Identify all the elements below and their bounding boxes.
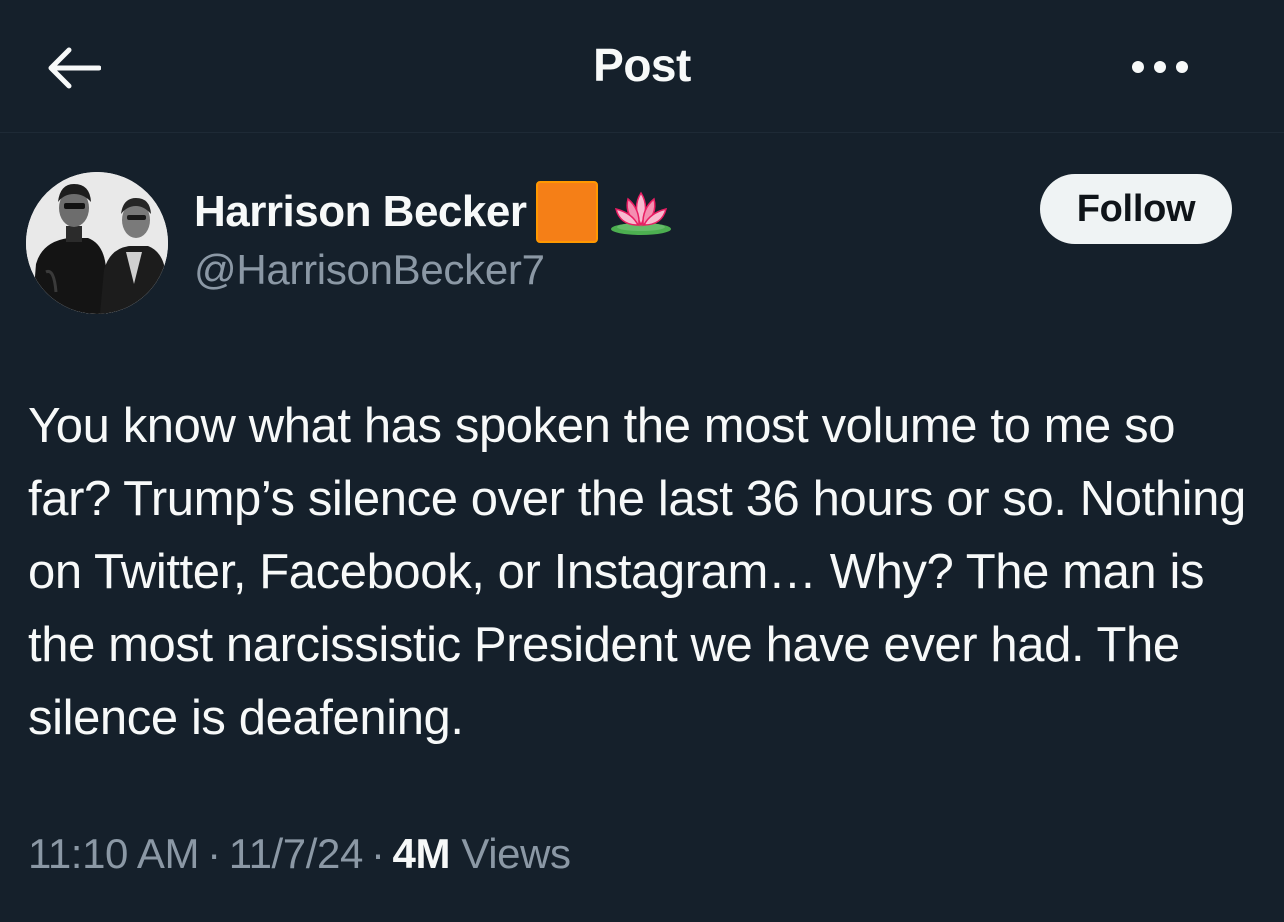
meta-separator: · [370,830,385,877]
avatar-photo [26,172,168,314]
orange-square-emoji-icon [536,181,599,243]
author-row: Harrison Becker @HarrisonBecker7 Follow [0,160,1284,330]
follow-button[interactable]: Follow [1040,174,1232,244]
avatar[interactable] [26,172,168,314]
post-time[interactable]: 11:10 AM [28,830,200,877]
display-name[interactable]: Harrison Becker [194,187,527,237]
post-metadata: 11:10 AM · 11/7/24 · 4M Views [28,830,571,878]
more-options-button[interactable] [1120,42,1200,92]
post-date[interactable]: 11/7/24 [229,830,364,877]
user-handle[interactable]: @HarrisonBecker7 [194,246,545,294]
lotus-emoji-icon [611,191,672,235]
views-count[interactable]: 4M [393,830,451,877]
page-title: Post [593,39,691,91]
post-text: You know what has spoken the most volume… [28,399,1246,745]
meta-separator: · [207,830,221,877]
more-horizontal-icon [1132,61,1188,73]
display-name-line: Harrison Becker [194,180,674,244]
views-label: Views [461,830,571,877]
top-bar: Post [0,0,1284,133]
